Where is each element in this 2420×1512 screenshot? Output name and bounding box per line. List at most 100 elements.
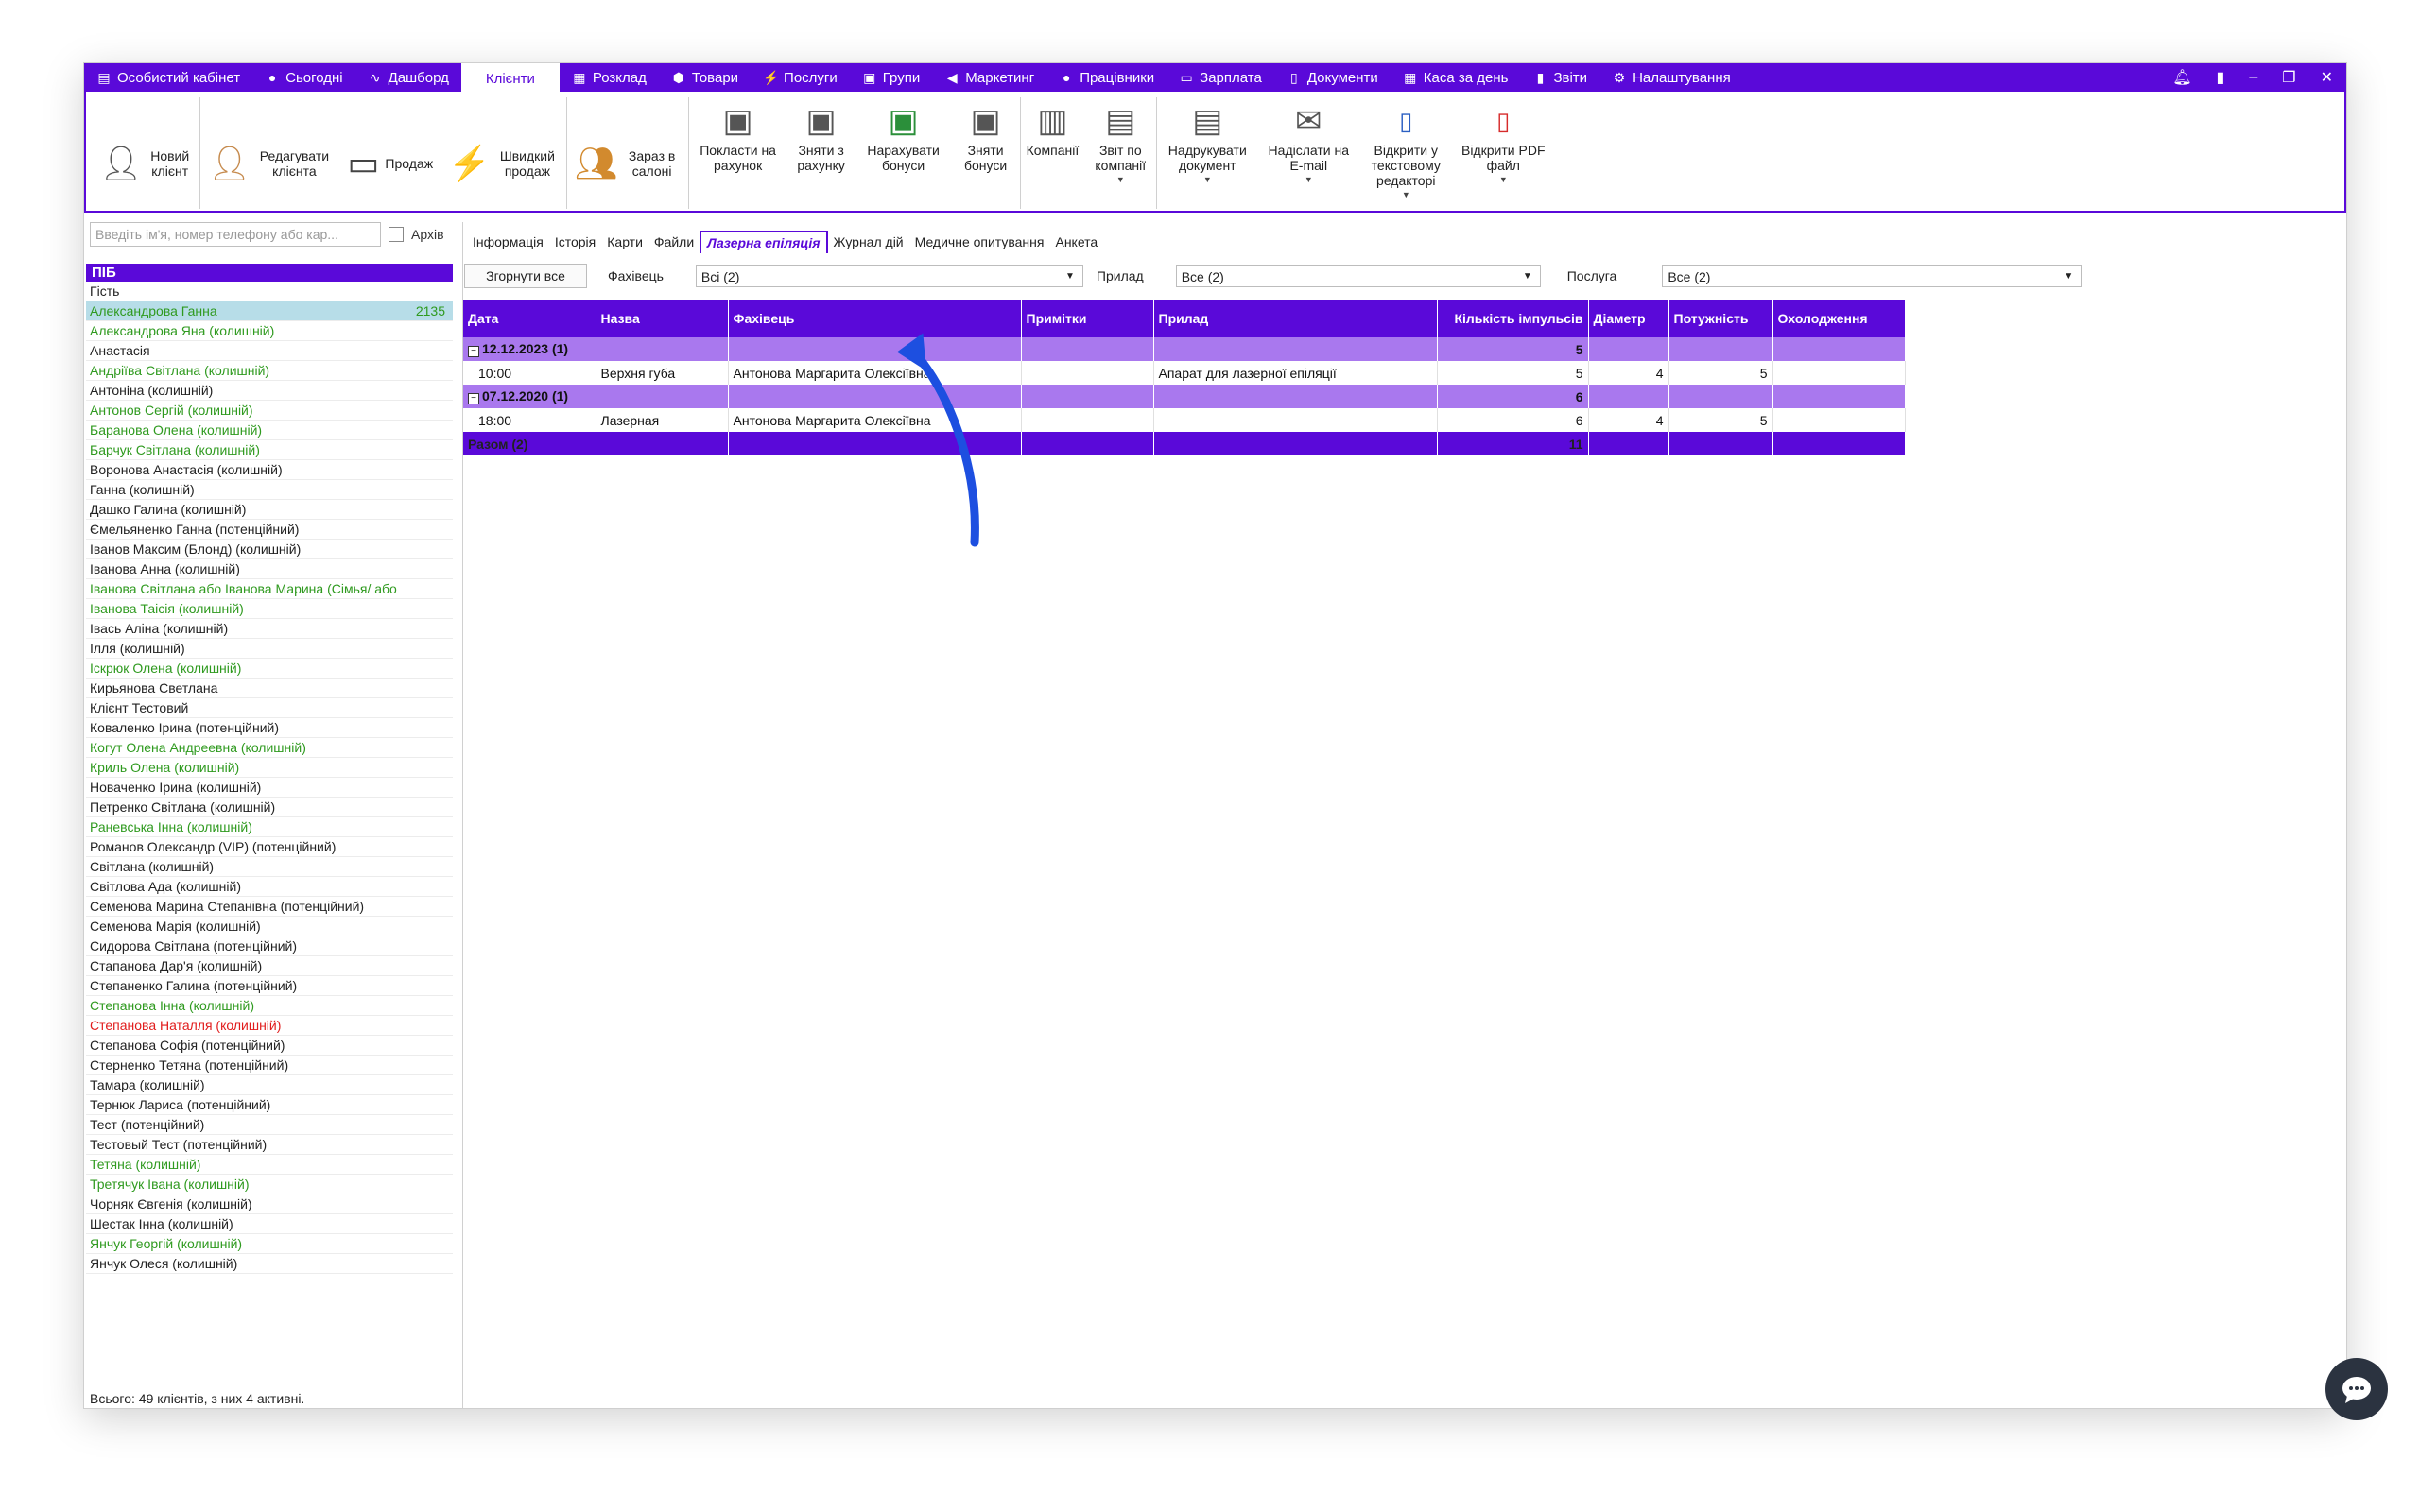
chat-support-button[interactable] <box>2325 1358 2388 1420</box>
column-header[interactable]: Діаметр <box>1588 300 1669 337</box>
tab[interactable]: Анкета <box>1049 232 1103 252</box>
client-list-item[interactable]: Стапанова Дар'я (колишній) <box>86 956 453 976</box>
new-client-button[interactable]: 👤︎ Новий клієнт <box>92 97 199 209</box>
client-list-item[interactable]: Сидорова Світлана (потенційний) <box>86 936 453 956</box>
column-header[interactable]: Охолодження <box>1772 300 1906 337</box>
menu-item[interactable]: ◀ Маркетинг <box>932 63 1046 92</box>
group-row[interactable]: −12.12.2023 (1) 5 <box>463 337 1906 361</box>
bell-icon[interactable]: 🔔︎ <box>2172 68 2191 87</box>
client-list-item[interactable]: Янчук Олеся (колишній) <box>86 1254 453 1274</box>
tab[interactable]: Інформація <box>467 232 549 252</box>
client-list-header[interactable]: ПІБ <box>86 264 453 282</box>
tab[interactable]: Файли <box>648 232 700 252</box>
client-list-item[interactable]: Кирьянова Светлана <box>86 679 453 698</box>
group-label-cell[interactable]: −07.12.2020 (1) <box>463 385 596 408</box>
client-list-item[interactable]: Петренко Світлана (колишній) <box>86 798 453 817</box>
client-list-item[interactable]: Баранова Олена (колишній) <box>86 421 453 440</box>
deposit-button[interactable]: ▣ Покласти на рахунок <box>689 97 787 209</box>
client-list-item[interactable]: Клієнт Тестовий <box>86 698 453 718</box>
client-list-item[interactable]: Александрова Ганна 2135 <box>86 301 453 321</box>
client-list-item[interactable]: Коваленко Ірина (потенційний) <box>86 718 453 738</box>
service-select[interactable]: Все (2) ▼ <box>1662 265 2083 287</box>
client-list-item[interactable]: Іванова Таісія (колишній) <box>86 599 453 619</box>
group-row[interactable]: −07.12.2020 (1) 6 <box>463 385 1906 408</box>
menu-item[interactable]: ⬢ Товари <box>659 63 751 92</box>
client-list-item[interactable]: Антонов Сергій (колишній) <box>86 401 453 421</box>
client-list-item[interactable]: Семенова Марія (колишній) <box>86 917 453 936</box>
client-list-item[interactable]: Тамара (колишній) <box>86 1075 453 1095</box>
client-list-item[interactable]: Янчук Георгій (колишній) <box>86 1234 453 1254</box>
client-list-item[interactable]: Іванов Максим (Блонд) (колишній) <box>86 540 453 559</box>
tab[interactable]: Історія <box>549 232 601 252</box>
minimize-icon[interactable]: – <box>2249 69 2257 86</box>
menu-item[interactable]: ▦ Розклад <box>560 63 659 92</box>
client-search-input[interactable] <box>90 222 381 247</box>
client-list-item[interactable]: Антоніна (колишній) <box>86 381 453 401</box>
client-list-item[interactable]: Раневська Інна (колишній) <box>86 817 453 837</box>
table-row[interactable]: 18:00 Лазерная Антонова Маргарита Олексіїв… <box>463 408 1906 432</box>
client-list-item[interactable]: Анастасія <box>86 341 453 361</box>
companies-button[interactable]: ▥ Компанії <box>1021 97 1085 209</box>
edit-client-button[interactable]: 👤︎ Редагувати клієнта <box>199 97 340 209</box>
client-list-item[interactable]: Тестовый Тест (потенційний) <box>86 1135 453 1155</box>
client-list-item[interactable]: Степанова Інна (колишній) <box>86 996 453 1016</box>
close-icon[interactable]: ✕ <box>2321 68 2333 87</box>
lock-icon[interactable]: ▮ <box>2217 68 2225 87</box>
quick-sale-button[interactable]: ⚡ Швидкий продаж <box>441 97 566 209</box>
client-list-item[interactable]: Ганна (колишній) <box>86 480 453 500</box>
tab[interactable]: Карти <box>601 232 648 252</box>
client-list-item[interactable]: Світлана (колишній) <box>86 857 453 877</box>
remove-bonus-button[interactable]: ▣ Зняти бонуси <box>952 97 1020 209</box>
collapse-icon[interactable]: − <box>468 393 479 404</box>
table-row[interactable]: 10:00 Верхня губа Антонова Маргарита Олекс… <box>463 361 1906 385</box>
withdraw-button[interactable]: ▣ Зняти з рахунку <box>787 97 856 209</box>
client-list-item[interactable]: Степанова Наталля (колишній) <box>86 1016 453 1036</box>
column-header[interactable]: Дата <box>463 300 596 337</box>
client-list-item[interactable]: Новаченко Ірина (колишній) <box>86 778 453 798</box>
client-list-item[interactable]: Ємельяненко Ганна (потенційний) <box>86 520 453 540</box>
client-list-item[interactable]: Семенова Марина Степанівна (потенційний) <box>86 897 453 917</box>
device-select[interactable]: Все (2) ▼ <box>1175 265 1541 287</box>
open-text-editor-button[interactable]: ▯ Відкрити у текстовому редакторі ▼ <box>1359 97 1452 209</box>
column-header[interactable]: Назва <box>596 300 729 337</box>
menu-item[interactable]: ▤ Особистий кабінет <box>84 63 252 92</box>
menu-item[interactable]: ● Сьогодні <box>252 63 355 92</box>
client-list-item[interactable]: Дашко Галина (колишній) <box>86 500 453 520</box>
archive-checkbox[interactable] <box>389 227 404 242</box>
client-list-item[interactable]: Іванова Світлана або Іванова Марина (Сім… <box>86 579 453 599</box>
client-list-item[interactable]: Воронова Анастасія (колишній) <box>86 460 453 480</box>
client-list-item[interactable]: Третячук Івана (колишній) <box>86 1175 453 1194</box>
menu-item[interactable]: ▮ Звіти <box>1520 63 1599 92</box>
open-pdf-button[interactable]: ▯ Відкрити PDF файл ▼ <box>1452 97 1554 209</box>
client-list-item[interactable]: Ілля (колишній) <box>86 639 453 659</box>
client-list-item[interactable]: Тернюк Лариса (потенційний) <box>86 1095 453 1115</box>
menu-item[interactable]: ⚙ Налаштування <box>1599 63 1743 92</box>
client-list-item[interactable]: Степаненко Галина (потенційний) <box>86 976 453 996</box>
client-list-item[interactable]: Александрова Яна (колишній) <box>86 321 453 341</box>
menu-item[interactable]: ▭ Зарплата <box>1167 63 1274 92</box>
group-label-cell[interactable]: −12.12.2023 (1) <box>463 337 596 361</box>
menu-item[interactable]: ● Працівники <box>1046 63 1167 92</box>
menu-item[interactable]: Клієнти <box>460 63 560 94</box>
client-list-item[interactable]: Степанова Софія (потенційний) <box>86 1036 453 1056</box>
client-list-item[interactable]: Іскрюк Олена (колишній) <box>86 659 453 679</box>
tab[interactable]: Медичне опитування <box>909 232 1050 252</box>
client-list-item[interactable]: Андріїва Світлана (колишній) <box>86 361 453 381</box>
menu-item[interactable]: ▣ Групи <box>850 63 932 92</box>
column-header[interactable]: Потужність <box>1668 300 1773 337</box>
client-list-item[interactable]: Світлова Ада (колишній) <box>86 877 453 897</box>
client-list-item[interactable]: Стерненко Тетяна (потенційний) <box>86 1056 453 1075</box>
collapse-icon[interactable]: − <box>468 346 479 357</box>
tab[interactable]: Журнал дій <box>828 232 909 252</box>
column-header[interactable]: Фахівець <box>728 300 1022 337</box>
collapse-all-button[interactable]: Згорнути все <box>464 264 587 288</box>
company-report-button[interactable]: ▤ Звіт по компанії ▼ <box>1084 97 1156 209</box>
client-list-item[interactable]: Криль Олена (колишній) <box>86 758 453 778</box>
client-list-item[interactable]: Гість <box>86 282 453 301</box>
column-header[interactable]: Примітки <box>1021 300 1154 337</box>
client-list-item[interactable]: Іванова Анна (колишній) <box>86 559 453 579</box>
print-document-button[interactable]: ▤ Надрукувати документ ▼ <box>1157 97 1257 209</box>
client-list-item[interactable]: Івась Аліна (колишній) <box>86 619 453 639</box>
client-list-item[interactable]: Барчук Світлана (колишній) <box>86 440 453 460</box>
send-email-button[interactable]: ✉ Надіслати на E-mail ▼ <box>1257 97 1359 209</box>
